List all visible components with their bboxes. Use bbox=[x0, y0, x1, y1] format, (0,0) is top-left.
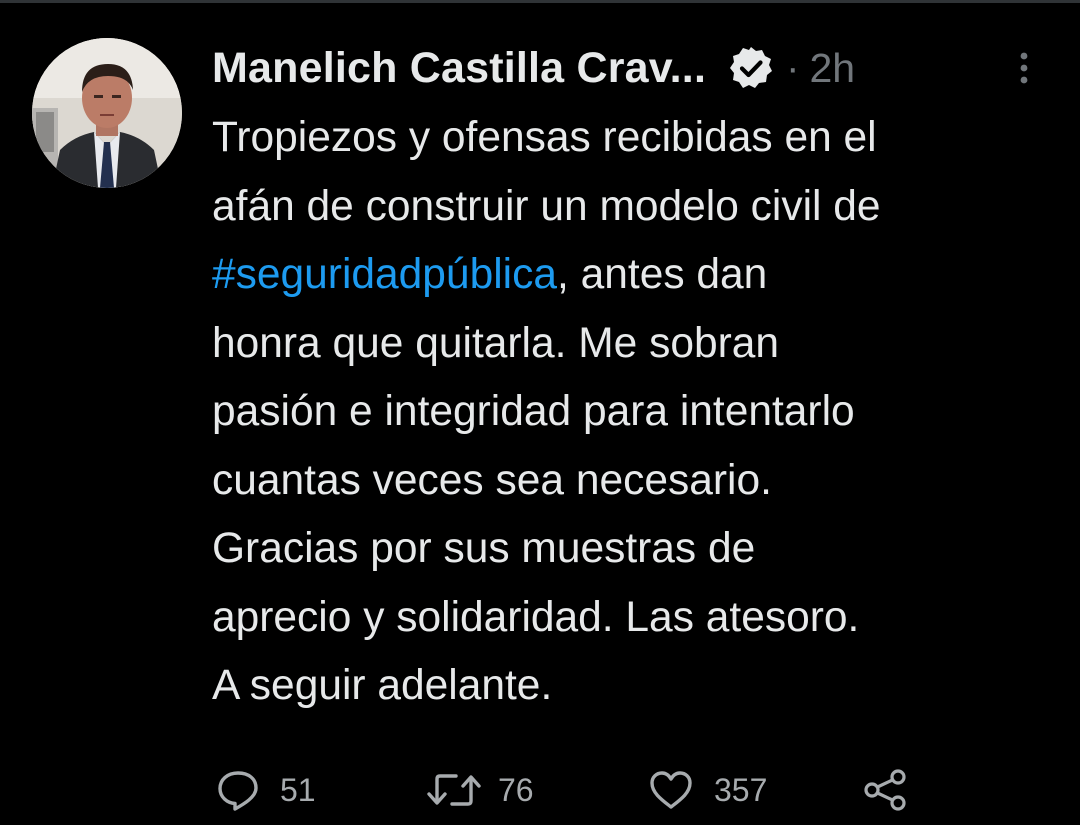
reply-count: 51 bbox=[280, 771, 316, 808]
tweet-text-line: #seguridadpública, antes dan bbox=[212, 241, 1062, 310]
share-button[interactable] bbox=[862, 760, 910, 820]
tweet-text-line: honra que quitarla. Me sobran bbox=[212, 319, 780, 367]
tweet-text-line: Gracias por sus muestras de bbox=[212, 525, 756, 572]
more-vertical-icon bbox=[1020, 52, 1028, 84]
tweet-text-line: pasión e integridad para intentarlo bbox=[212, 388, 855, 435]
heart-icon bbox=[650, 771, 692, 809]
separator-dot: · bbox=[786, 45, 800, 90]
author-name[interactable]: Manelich Castilla Crav... bbox=[212, 44, 706, 93]
reply-icon bbox=[218, 771, 258, 811]
avatar-image bbox=[32, 38, 182, 188]
tweet-text-fragment: antes dan bbox=[580, 251, 768, 298]
like-count: 357 bbox=[714, 771, 768, 808]
reply-button[interactable]: 51 bbox=[216, 760, 316, 820]
tweet-text: Tropiezos y ofensas recibidas en el afán… bbox=[212, 104, 1062, 721]
retweet-icon bbox=[427, 774, 481, 806]
tweet-text-line: A seguir adelante. bbox=[212, 662, 553, 709]
tweet-header: Manelich Castilla Crav... · 2h bbox=[212, 38, 855, 98]
tweet-text-line: cuantas veces sea necesario. bbox=[212, 456, 772, 504]
retweet-button[interactable]: 76 bbox=[426, 760, 534, 820]
action-bar: 51 76 357 bbox=[0, 760, 1080, 820]
tweet-text-line: aprecio y solidaridad. Las atesoro. bbox=[212, 593, 860, 641]
hashtag-link[interactable]: #seguridadpública bbox=[212, 251, 557, 298]
tweet-card[interactable]: Manelich Castilla Crav... · 2h Tropiezos… bbox=[0, 0, 1080, 825]
avatar[interactable] bbox=[32, 38, 182, 188]
punctuation: , bbox=[556, 251, 569, 298]
like-button[interactable]: 357 bbox=[648, 760, 767, 820]
divider bbox=[0, 0, 1080, 3]
share-icon bbox=[864, 769, 906, 811]
tweet-text-line: afán de construir un modelo civil de bbox=[212, 182, 881, 230]
tweet-text-line: Tropiezos y ofensas recibidas en el bbox=[212, 114, 877, 161]
more-button[interactable] bbox=[1008, 50, 1040, 86]
verified-badge-icon bbox=[728, 45, 774, 91]
timestamp[interactable]: 2h bbox=[809, 45, 855, 92]
retweet-count: 76 bbox=[498, 771, 534, 808]
